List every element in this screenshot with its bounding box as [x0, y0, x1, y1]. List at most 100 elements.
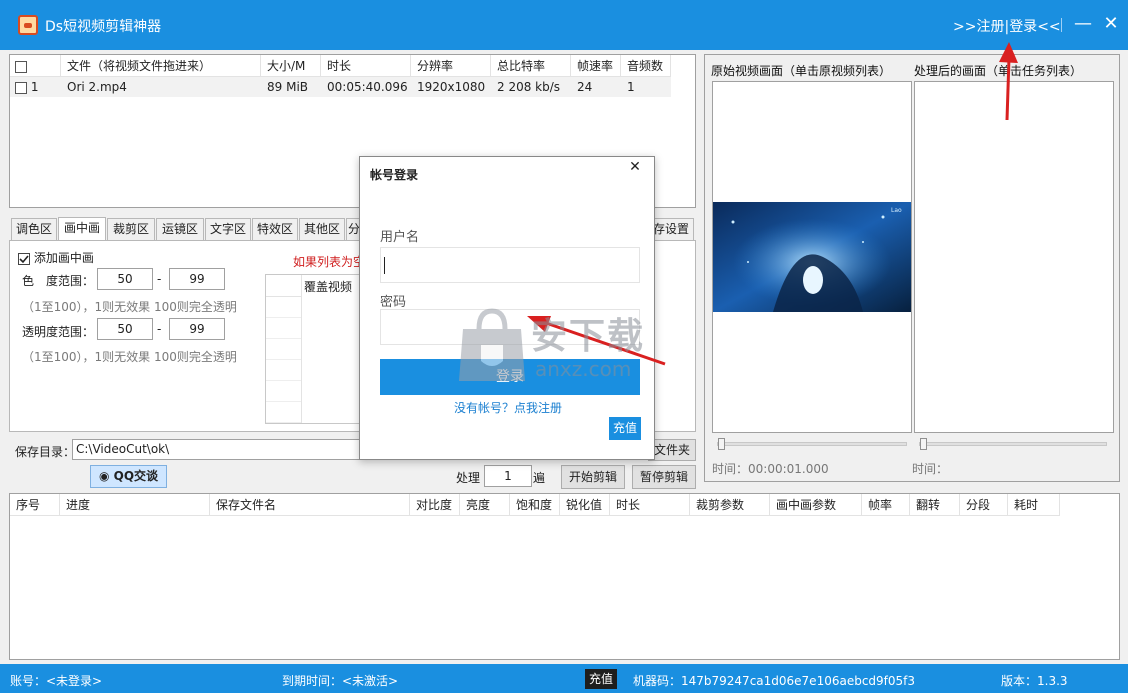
row-audio: 1	[627, 80, 635, 94]
row-index: 1	[30, 80, 39, 94]
color-max-input[interactable]: 99	[169, 268, 225, 290]
status-account: 账号：<未登录>	[10, 674, 103, 688]
close-window-button[interactable]: ✕	[1100, 10, 1122, 40]
register-link[interactable]: 注册	[976, 19, 1004, 35]
col-flip[interactable]: 翻转	[910, 494, 960, 516]
cover-list-header-blank	[266, 275, 302, 297]
col-crop-params[interactable]: 裁剪参数	[690, 494, 770, 516]
original-preview-box[interactable]: Lao	[712, 81, 912, 433]
pip-enable-row[interactable]: 添加画中画	[18, 249, 94, 266]
col-index[interactable]: 序号	[10, 494, 60, 516]
process-count-label: 处理	[456, 471, 481, 485]
tab-other[interactable]: 其他区	[299, 218, 345, 240]
tab-effects[interactable]: 特效区	[252, 218, 298, 240]
tab-camera[interactable]: 运镜区	[156, 218, 204, 240]
row-duration: 00:05:40.096	[327, 80, 408, 94]
col-contrast[interactable]: 对比度	[410, 494, 460, 516]
qq-icon: ◉	[98, 469, 110, 483]
original-seek-thumb[interactable]	[718, 438, 725, 450]
username-label: 用户名	[380, 230, 420, 245]
processed-seek-slider[interactable]	[919, 442, 1107, 446]
original-preview-label: 原始视频画面（单击原视频列表）	[711, 64, 892, 78]
col-file[interactable]: 文件（将视频文件拖进来）	[61, 55, 261, 77]
status-bar: 账号：<未登录> 到期时间：<未激活> 充值 机器码：147b79247ca1d…	[0, 664, 1128, 693]
col-frame-rate[interactable]: 帧率	[862, 494, 910, 516]
col-pip-params[interactable]: 画中画参数	[770, 494, 862, 516]
col-elapsed[interactable]: 耗时	[1008, 494, 1060, 516]
col-brightness[interactable]: 亮度	[460, 494, 510, 516]
username-input[interactable]	[380, 247, 640, 283]
choose-folder-button[interactable]: 文件夹	[648, 439, 696, 461]
status-version: 版本：1.3.3	[1001, 674, 1068, 688]
select-all-checkbox[interactable]	[15, 60, 27, 73]
cover-video-list[interactable]: 覆盖视频	[265, 274, 365, 424]
cover-video-column[interactable]: 覆盖视频	[304, 278, 352, 295]
save-dir-input[interactable]: C:\VideoCut\ok\	[72, 439, 368, 460]
alpha-range-hint: （1至100），1则无效果 100则完全透明	[22, 350, 237, 364]
select-all-header[interactable]	[10, 55, 61, 77]
qq-chat-button[interactable]: ◉ QQ交谈	[90, 465, 167, 488]
col-sharpen[interactable]: 锐化值	[560, 494, 610, 516]
login-dialog-close-button[interactable]: ✕	[625, 159, 645, 175]
col-bitrate[interactable]: 总比特率	[491, 55, 571, 77]
col-fps[interactable]: 帧速率	[571, 55, 621, 77]
col-saturation[interactable]: 饱和度	[510, 494, 560, 516]
pause-cut-button[interactable]: 暂停剪辑	[632, 465, 696, 489]
login-dialog-title: 帐号登录	[370, 168, 419, 182]
row-resolution: 1920x1080	[417, 80, 486, 94]
status-machine-code: 机器码：147b79247ca1d06e7e106aebcd9f05f3	[633, 674, 916, 688]
app-logo-icon	[18, 15, 38, 35]
col-duration[interactable]: 时长	[321, 55, 411, 77]
login-suffix: <<	[1037, 19, 1061, 35]
row-fps: 24	[577, 80, 593, 94]
original-seek-slider[interactable]	[717, 442, 907, 446]
row-checkbox[interactable]	[15, 81, 27, 94]
col-audio[interactable]: 音频数	[621, 55, 671, 77]
processed-preview-box[interactable]	[914, 81, 1114, 433]
tab-text[interactable]: 文字区	[205, 218, 251, 240]
col-task-duration[interactable]: 时长	[610, 494, 690, 516]
preview-panel: 原始视频画面（单击原视频列表） 处理后的画面（单击任务列表） Lao 时间：00…	[704, 54, 1120, 482]
login-dialog: 帐号登录 ✕ 用户名 密码 登录 没有帐号？点我注册 充值	[359, 156, 655, 460]
no-account-register-link[interactable]: 没有帐号？点我注册	[360, 399, 656, 416]
save-dir-label: 保存目录：	[15, 445, 76, 459]
color-min-input[interactable]: 50	[97, 268, 153, 290]
password-label: 密码	[380, 295, 407, 310]
row-checkbox-cell[interactable]: 1	[10, 77, 61, 97]
title-bar: Ds短视频剪辑神器 >>注册|登录<< — ✕	[0, 0, 1128, 50]
alpha-min-input[interactable]: 50	[97, 318, 153, 340]
pip-enable-checkbox[interactable]	[18, 252, 30, 265]
alpha-max-input[interactable]: 99	[169, 318, 225, 340]
col-size[interactable]: 大小/M	[261, 55, 321, 77]
row-file: Ori 2.mp4	[67, 80, 127, 94]
status-recharge-button[interactable]: 充值	[585, 669, 617, 689]
col-progress[interactable]: 进度	[60, 494, 210, 516]
app-title: Ds短视频剪辑神器	[45, 19, 162, 35]
col-save-name[interactable]: 保存文件名	[210, 494, 410, 516]
video-thumbnail: Lao	[713, 202, 911, 312]
login-link[interactable]: 登录	[1009, 19, 1037, 35]
register-prefix: >>	[953, 19, 977, 35]
register-login-links: >>注册|登录<<	[953, 16, 1061, 36]
pip-warning-text: 如果列表为空	[293, 255, 366, 269]
process-unit-label: 遍	[533, 471, 546, 485]
start-cut-button[interactable]: 开始剪辑	[561, 465, 625, 489]
tab-crop[interactable]: 裁剪区	[107, 218, 155, 240]
color-range-dash: -	[157, 272, 162, 286]
alpha-range-dash: -	[157, 322, 162, 336]
task-list-table[interactable]: 序号 进度 保存文件名 对比度 亮度 饱和度 锐化值 时长 裁剪参数 画中画参数…	[9, 493, 1120, 660]
alpha-range-label: 透明度范围：	[22, 325, 95, 339]
tab-pip[interactable]: 画中画	[58, 217, 106, 240]
status-expiry: 到期时间：<未激活>	[282, 674, 399, 688]
table-row[interactable]: 1 Ori 2.mp4 89 MiB 00:05:40.096 1920x108…	[10, 77, 671, 97]
annotation-arrow-up	[999, 42, 1018, 121]
processed-seek-thumb[interactable]	[920, 438, 927, 450]
minimize-button[interactable]: —	[1074, 10, 1092, 40]
col-segment[interactable]: 分段	[960, 494, 1008, 516]
tab-color[interactable]: 调色区	[11, 218, 57, 240]
col-resolution[interactable]: 分辨率	[411, 55, 491, 77]
thumbnail-caption: Lao	[891, 207, 902, 214]
row-bitrate: 2 208 kb/s	[497, 80, 561, 94]
process-count-input[interactable]: 1	[484, 465, 532, 487]
dialog-recharge-button[interactable]: 充值	[609, 417, 641, 440]
